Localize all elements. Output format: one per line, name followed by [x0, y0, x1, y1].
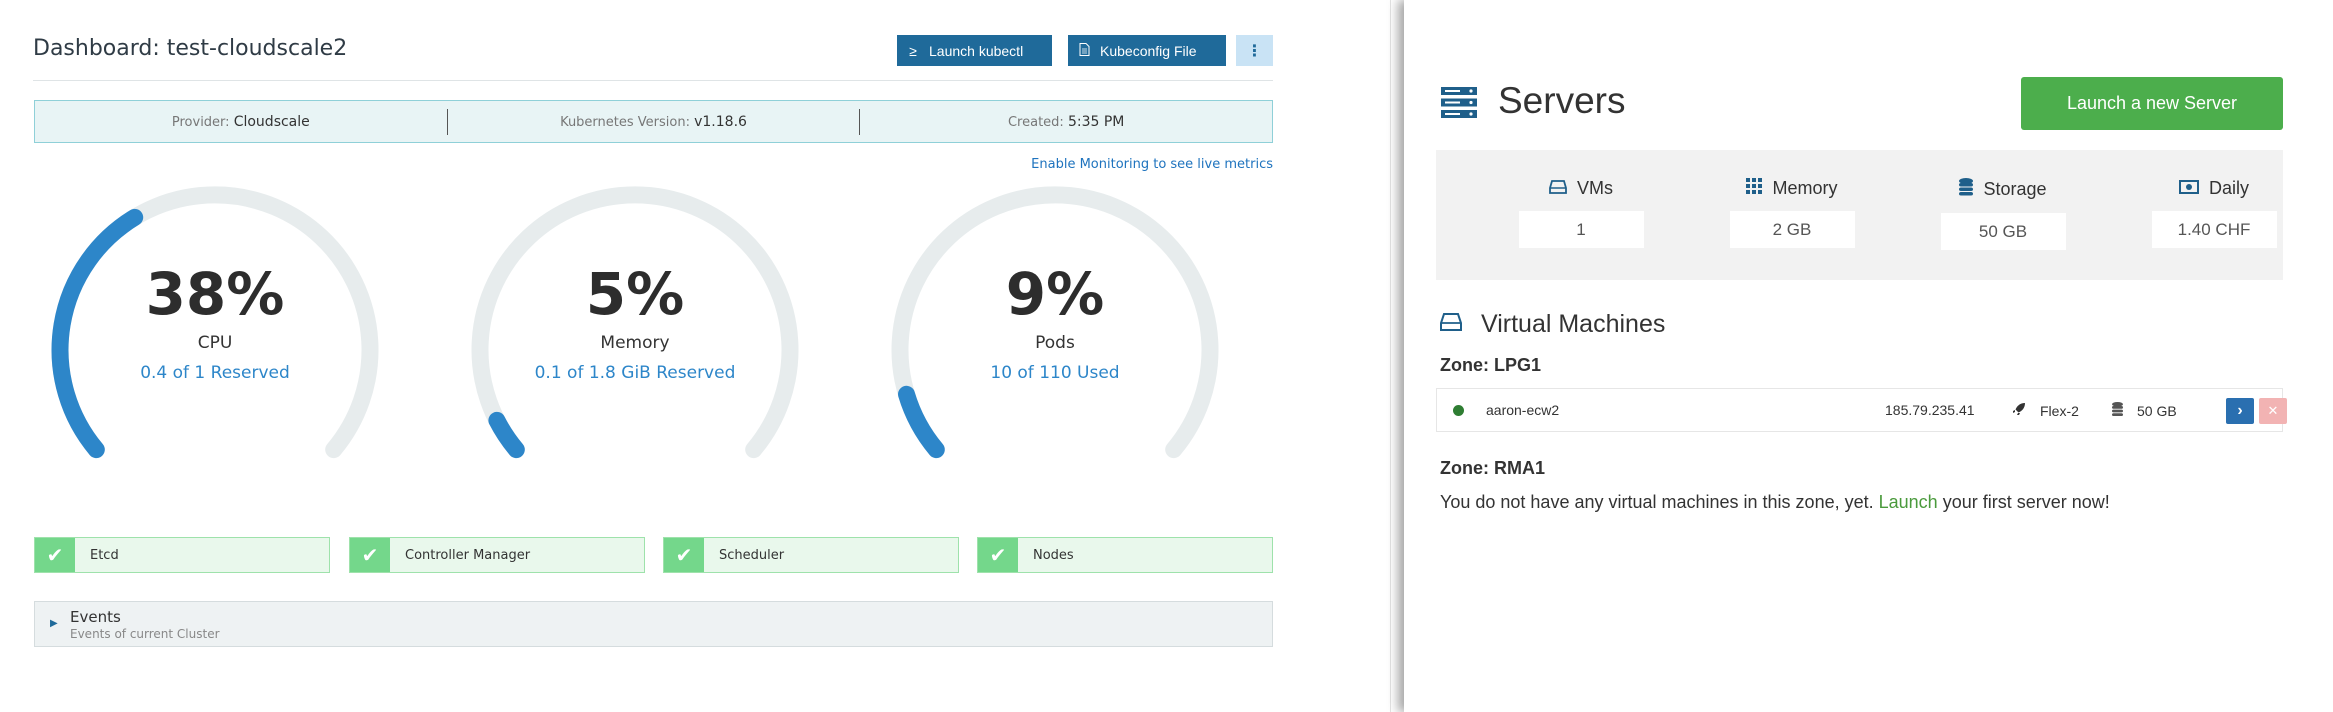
empty-msg-suffix: your first server now!	[1942, 492, 2110, 512]
disk-drive-icon	[1549, 178, 1567, 199]
k8s-version-label: Kubernetes Version:	[560, 114, 690, 130]
check-icon: ✔	[35, 538, 75, 572]
cpu-percent: 38%	[145, 260, 285, 328]
zone-heading: Zone: LPG1	[1440, 355, 1542, 375]
summary-daily-label: Daily	[2208, 178, 2249, 198]
pods-used: 10 of 110 Used	[990, 363, 1120, 383]
provider-info: Provider: Cloudscale	[35, 114, 447, 130]
vm-name: aaron-ecw2	[1486, 402, 1560, 418]
created-value: 5:35 PM	[1067, 113, 1125, 130]
created-info: Created: 5:35 PM	[860, 114, 1272, 130]
memory-gauge: 5% Memory 0.1 of 1.8 GiB Reserved	[465, 180, 805, 480]
status-label: Scheduler	[719, 547, 785, 563]
check-icon: ✔	[978, 538, 1018, 572]
memory-label: Memory	[600, 333, 670, 353]
vm-disk: 50 GB	[2112, 402, 2177, 419]
rocket-icon	[2012, 402, 2026, 419]
status-etcd: ✔ Etcd	[34, 537, 330, 573]
header-divider	[33, 80, 1273, 81]
status-scheduler: ✔ Scheduler	[663, 537, 959, 573]
pods-gauge-arc	[891, 186, 1219, 459]
summary-memory-value: 2 GB	[1729, 211, 1855, 248]
vm-ip: 185.79.235.41	[1885, 402, 1975, 418]
servers-icon	[1440, 86, 1478, 124]
summary-storage-label: Storage	[1983, 179, 2047, 199]
enable-monitoring-link[interactable]: Enable Monitoring to see live metrics	[1031, 157, 1273, 172]
summary-vms-label: VMs	[1577, 178, 1613, 198]
kubeconfig-file-button[interactable]: Kubeconfig File	[1068, 35, 1226, 66]
cpu-gauge-arc	[51, 186, 379, 459]
events-title: Events	[70, 608, 121, 626]
close-icon: ✕	[2267, 403, 2279, 418]
summary-memory-label: Memory	[1772, 178, 1838, 198]
launch-kubectl-button[interactable]: ≥ Launch kubectl	[897, 35, 1052, 66]
vm-row[interactable]: aaron-ecw2 185.79.235.41 Flex-2 50 GB › …	[1436, 388, 2287, 432]
launch-kubectl-label: Launch kubectl	[929, 42, 1024, 59]
k8s-version-value: v1.18.6	[694, 113, 747, 130]
cpu-reserved: 0.4 of 1 Reserved	[140, 363, 290, 383]
provider-value: Cloudscale	[233, 113, 310, 130]
empty-msg-prefix: You do not have any virtual machines in …	[1440, 492, 1874, 512]
cpu-label: CPU	[197, 333, 233, 353]
summary-memory: Memory 2 GB	[1712, 178, 1872, 248]
check-icon: ✔	[664, 538, 704, 572]
status-label: Etcd	[90, 547, 119, 563]
kubeconfig-file-label: Kubeconfig File	[1100, 42, 1197, 59]
created-label: Created:	[1007, 114, 1064, 130]
database-icon	[1959, 178, 1974, 201]
kubernetes-version-info: Kubernetes Version: v1.18.6	[448, 114, 860, 130]
open-vm-button[interactable]: ›	[2226, 398, 2254, 424]
memory-percent: 5%	[585, 260, 685, 328]
gauge-fill	[488, 411, 525, 459]
summary-vms: VMs 1	[1501, 178, 1661, 248]
launch-new-server-button[interactable]: Launch a new Server	[2021, 77, 2283, 130]
kebab-icon: ⋮	[1246, 41, 1263, 60]
servers-title: Servers	[1498, 80, 1626, 121]
delete-vm-button[interactable]: ✕	[2259, 398, 2287, 424]
status-label: Nodes	[1033, 547, 1074, 563]
servers-panel: Servers Launch a new Server VMs 1 Memory…	[1404, 0, 2333, 712]
cpu-gauge: 38% CPU 0.4 of 1 Reserved	[45, 180, 385, 480]
status-nodes: ✔ Nodes	[977, 537, 1273, 573]
summary-daily-value: 1.40 CHF	[2151, 211, 2277, 248]
disk-drive-icon	[1440, 313, 1462, 336]
memory-reserved: 0.1 of 1.8 GiB Reserved	[534, 363, 736, 383]
vm-flavor: Flex-2	[2012, 402, 2079, 419]
events-subtitle: Events of current Cluster	[70, 627, 220, 641]
vm-disk-label: 50 GB	[2137, 402, 2177, 419]
launch-link[interactable]: Launch	[1879, 492, 1938, 512]
page-title: Dashboard: test-cloudscale2	[33, 36, 348, 61]
summary-vms-value: 1	[1518, 211, 1644, 248]
file-icon	[1068, 42, 1100, 59]
chevron-right-icon: ›	[2237, 402, 2243, 419]
gauge-fill	[898, 385, 945, 459]
status-label: Controller Manager	[405, 547, 531, 563]
summary-storage-value: 50 GB	[1940, 213, 2066, 250]
provider-label: Provider:	[171, 114, 230, 130]
status-dot	[1453, 405, 1464, 416]
virtual-machines-title: Virtual Machines	[1481, 310, 1666, 338]
check-icon: ✔	[350, 538, 390, 572]
pane-divider	[1390, 0, 1391, 712]
expand-triangle-icon[interactable]: ▶	[50, 618, 58, 629]
events-panel[interactable]: ▶ Events Events of current Cluster	[34, 601, 1273, 647]
grid-icon	[1746, 178, 1763, 199]
vm-flavor-label: Flex-2	[2040, 402, 2079, 419]
servers-summary: VMs 1 Memory 2 GB Storage 50 GB Daily 1.…	[1436, 150, 2283, 280]
terminal-icon: ≥	[909, 42, 917, 59]
empty-zone-message: You do not have any virtual machines in …	[1440, 492, 2110, 513]
cluster-dashboard-pane: Dashboard: test-cloudscale2 ≥ Launch kub…	[0, 0, 1390, 712]
pods-percent: 9%	[1005, 260, 1105, 328]
more-options-button[interactable]: ⋮	[1236, 35, 1273, 66]
zone-heading: Zone: RMA1	[1440, 458, 1545, 478]
summary-daily: Daily 1.40 CHF	[2134, 178, 2294, 248]
database-icon	[2112, 402, 2123, 419]
money-icon	[2178, 178, 2199, 199]
status-controller-manager: ✔ Controller Manager	[349, 537, 645, 573]
summary-storage: Storage 50 GB	[1923, 178, 2083, 250]
memory-gauge-arc	[471, 186, 799, 459]
pods-label: Pods	[1035, 333, 1075, 353]
pods-gauge: 9% Pods 10 of 110 Used	[885, 180, 1225, 480]
cluster-info-bar: Provider: Cloudscale Kubernetes Version:…	[34, 100, 1273, 143]
